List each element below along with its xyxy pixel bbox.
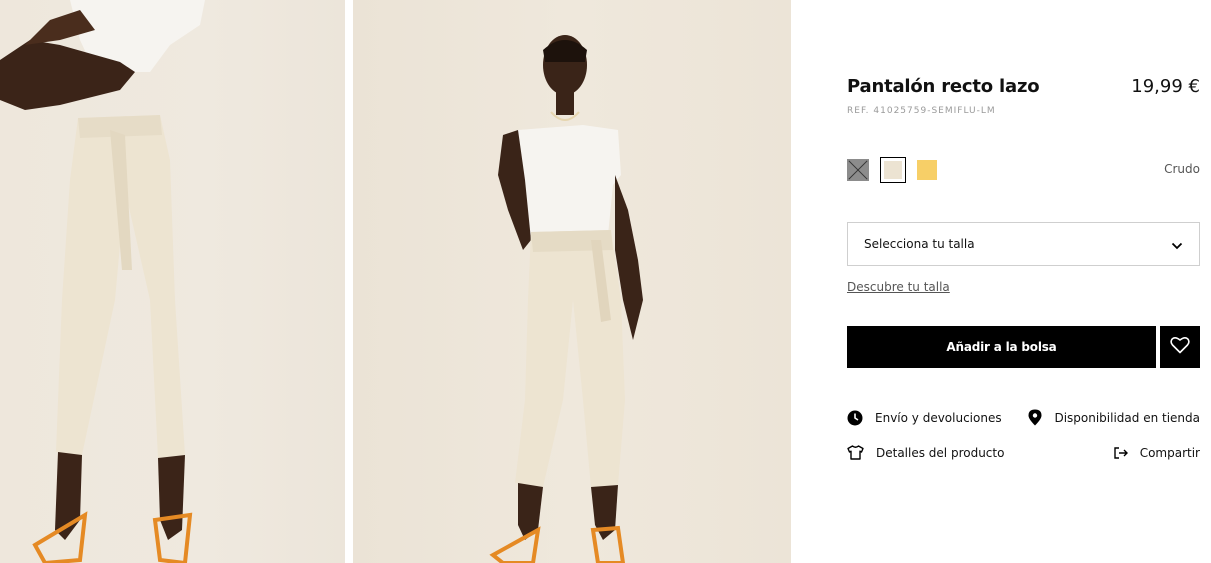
wishlist-button[interactable] <box>1160 326 1200 368</box>
chevron-down-icon <box>1171 235 1183 254</box>
product-price: 19,99 € <box>1131 76 1200 97</box>
product-details-label: Detalles del producto <box>876 445 1005 460</box>
info-row-2: Detalles del producto Compartir <box>847 445 1200 460</box>
color-swatches <box>847 157 937 183</box>
color-swatch-yellow[interactable] <box>917 160 937 180</box>
color-swatch-cream-selected[interactable] <box>880 157 906 183</box>
size-select[interactable]: Selecciona tu talla <box>847 222 1200 266</box>
heart-icon <box>1170 336 1190 358</box>
shipping-returns-link[interactable]: Envío y devoluciones <box>847 410 1002 426</box>
size-select-placeholder: Selecciona tu talla <box>864 237 975 251</box>
size-guide-link[interactable]: Descubre tu talla <box>847 280 950 294</box>
selected-color-name: Crudo <box>1164 162 1200 176</box>
add-to-bag-button[interactable]: Añadir a la bolsa <box>847 326 1156 368</box>
product-image-1-illustration <box>0 0 205 563</box>
product-image-1[interactable] <box>0 0 345 563</box>
store-availability-label: Disponibilidad en tienda <box>1054 410 1200 425</box>
shipping-returns-label: Envío y devoluciones <box>875 410 1002 425</box>
tshirt-icon <box>847 445 864 460</box>
share-link[interactable]: Compartir <box>1114 446 1200 460</box>
product-info-panel: Pantalón recto lazo 19,99 € REF. 4102575… <box>847 0 1200 563</box>
product-details-link[interactable]: Detalles del producto <box>847 445 1004 460</box>
product-image-2-illustration <box>489 35 643 563</box>
product-reference: REF. 41025759-SEMIFLU-LM <box>847 106 996 116</box>
product-title: Pantalón recto lazo <box>847 76 1040 97</box>
location-pin-icon <box>1028 409 1042 426</box>
info-row-1: Envío y devoluciones Disponibilidad en t… <box>847 409 1200 426</box>
store-availability-link[interactable]: Disponibilidad en tienda <box>1028 409 1200 426</box>
clock-icon <box>847 410 863 426</box>
product-image-2[interactable] <box>353 0 791 563</box>
share-icon <box>1114 446 1128 459</box>
color-swatch-grey-unavailable[interactable] <box>847 159 869 181</box>
share-label: Compartir <box>1139 445 1200 460</box>
